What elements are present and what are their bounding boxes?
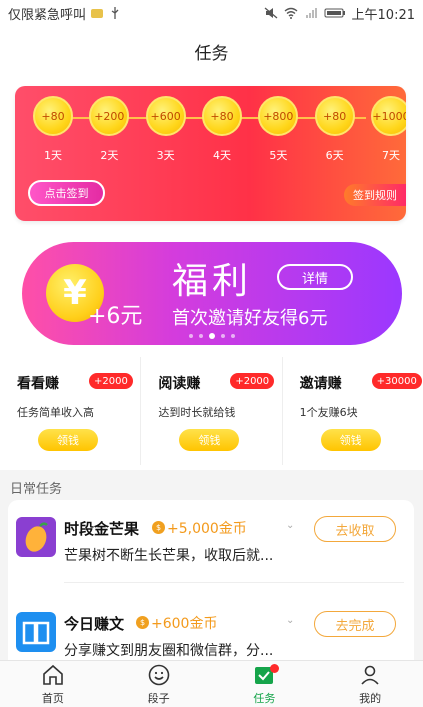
quick-tasks: 看看赚 +2000 任务简单收入高领钱 阅读赚 +2000 达到时长就给钱领钱 邀请赚 +30… <box>0 357 423 465</box>
carousel-dot[interactable] <box>221 334 225 338</box>
carousel-dot[interactable] <box>231 334 235 338</box>
coin-icon: $ <box>152 521 165 534</box>
nav-item-home[interactable]: 首页 <box>0 661 106 707</box>
book-icon <box>16 612 56 652</box>
collect-money-button[interactable]: 领钱 <box>38 429 98 451</box>
coin-icon: $ <box>136 616 149 629</box>
promo-banner[interactable]: ¥ +6元 福利 详情 首次邀请好友得6元 <box>22 242 402 345</box>
banner-title: 福利 <box>172 261 253 302</box>
battery-icon <box>324 7 346 19</box>
carousel-dot[interactable] <box>189 334 193 338</box>
signin-day-coin: +1000 <box>371 96 406 136</box>
signin-day-coin: +80 <box>314 96 355 136</box>
profile-icon <box>358 663 382 690</box>
daily-tasks-header: 日常任务 <box>10 482 63 497</box>
signin-day-label: 2天 <box>100 149 119 162</box>
quick-task-title: 邀请赚 <box>299 376 342 392</box>
quick-task-desc: 达到时长就给钱 <box>158 406 236 419</box>
nav-label: 首页 <box>41 691 64 705</box>
signal-icon <box>304 7 318 19</box>
daily-task-desc: 分享赚文到朋友圈和微信群，分... <box>64 643 274 659</box>
quick-task-desc: 1个友赚6块 <box>299 406 358 419</box>
quick-task-badge: +2000 <box>89 373 133 389</box>
nav-item-me[interactable]: 我的 <box>317 661 423 707</box>
wifi-icon <box>284 7 298 19</box>
quick-task-card[interactable]: 邀请赚 +30000 1个友赚6块领钱 <box>283 357 423 465</box>
nav-item-tasks[interactable]: 任务 <box>212 661 318 707</box>
quick-task-desc: 任务简单收入高 <box>17 406 94 419</box>
banner-subtitle: 首次邀请好友得6元 <box>172 308 328 329</box>
signin-day-label: 5天 <box>269 149 288 162</box>
collect-money-button[interactable]: 领钱 <box>320 429 381 451</box>
quick-task-title: 阅读赚 <box>158 376 201 392</box>
carousel-dot[interactable] <box>199 334 203 338</box>
daily-task-action-button[interactable]: 去完成 <box>314 611 396 637</box>
page-title: 任务 <box>194 43 229 64</box>
chevron-down-icon[interactable]: ⌄ <box>286 615 294 626</box>
signin-day-coin: +80 <box>202 96 242 136</box>
daily-task-row[interactable]: 时段金芒果 $ +5,000金币 ⌄ 芒果树不断生长芒果，收取后就... 去收取 <box>8 500 414 583</box>
daily-task-title: 今日赚文 <box>64 615 125 633</box>
nav-label: 我的 <box>359 691 382 705</box>
signin-button[interactable]: 点击签到 <box>28 180 105 206</box>
signin-day-coin: +600 <box>145 96 186 136</box>
nav-label: 任务 <box>253 691 276 705</box>
chevron-down-icon[interactable]: ⌄ <box>286 520 294 531</box>
banner-detail-button[interactable]: 详情 <box>277 264 353 290</box>
signin-day-coin: +200 <box>89 96 130 136</box>
signin-day-label: 3天 <box>156 149 175 162</box>
signin-card: +80 1天 +200 2天 +600 3天 +80 4天 +800 5天 +80 6天 +1000 7天… <box>15 86 406 221</box>
signin-day-coin: +800 <box>258 96 299 136</box>
signin-day-label: 4天 <box>213 149 231 162</box>
daily-task-action-button[interactable]: 去收取 <box>314 516 396 542</box>
signin-day-label: 1天 <box>44 149 62 162</box>
carousel-dot[interactable] <box>209 333 215 339</box>
mango-icon <box>16 517 56 557</box>
mute-icon <box>264 7 278 19</box>
notification-badge <box>269 664 279 673</box>
daily-tasks-section: 日常任务 时段金芒果 $ +5,000金币 ⌄ 芒果树不断生长芒果，收取后就... 去收取… <box>0 470 423 670</box>
quick-task-card[interactable]: 阅读赚 +2000 达到时长就给钱领钱 <box>141 357 283 465</box>
daily-task-desc: 芒果树不断生长芒果，收取后就... <box>64 548 274 564</box>
status-carrier-text: 仅限紧急呼叫 <box>8 7 87 23</box>
collect-money-button[interactable]: 领钱 <box>179 429 240 451</box>
status-bar: 仅限紧急呼叫 上午10:21 <box>0 0 423 26</box>
banner-amount: +6元 <box>88 304 143 329</box>
quick-task-badge: +2000 <box>230 373 275 389</box>
quick-task-card[interactable]: 看看赚 +2000 任务简单收入高领钱 <box>0 357 142 465</box>
status-time: 上午10:21 <box>351 7 415 23</box>
divider <box>64 582 404 583</box>
signin-day-label: 7天 <box>382 149 400 162</box>
nav-item-jokes[interactable]: 段子 <box>106 661 212 707</box>
daily-task-title: 时段金芒果 <box>64 520 140 538</box>
signin-rules-button[interactable]: 签到规则 <box>344 184 406 206</box>
smiley-icon <box>147 663 171 690</box>
daily-task-reward: +600金币 <box>151 616 218 632</box>
daily-tasks-card: 时段金芒果 $ +5,000金币 ⌄ 芒果树不断生长芒果，收取后就... 去收取 今日赚文 $… <box>8 500 414 670</box>
notification-icon <box>90 7 104 19</box>
usb-icon <box>108 7 122 19</box>
quick-task-title: 看看赚 <box>17 376 59 392</box>
daily-task-reward: +5,000金币 <box>167 521 247 537</box>
nav-label: 段子 <box>147 691 170 705</box>
signin-day-coin: +80 <box>33 96 73 136</box>
signin-day-label: 6天 <box>325 149 344 162</box>
bottom-nav: 首页 段子 任务 我的 <box>0 660 423 707</box>
quick-task-badge: +30000 <box>371 373 422 389</box>
home-icon <box>41 663 65 690</box>
carousel-indicator <box>22 333 402 339</box>
